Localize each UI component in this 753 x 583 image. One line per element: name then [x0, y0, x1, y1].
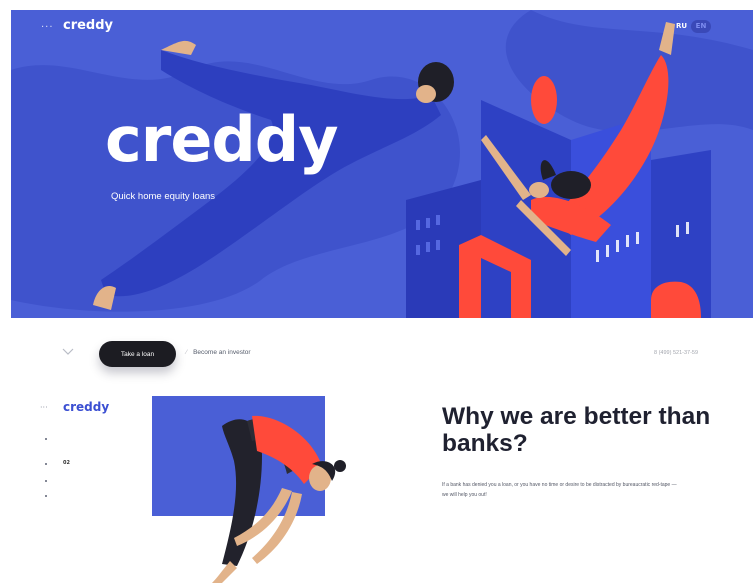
separator-slash: ⁄ [186, 349, 188, 356]
action-bar: Take a loan ⁄ Become an investor 8 (499) … [11, 318, 753, 384]
header-logo[interactable]: creddy [63, 18, 113, 33]
lang-ru-button[interactable]: RU [676, 22, 687, 30]
hero-subtitle: Quick home equity loans [111, 191, 216, 202]
nav-dot[interactable] [45, 438, 47, 440]
lang-en-button[interactable]: EN [691, 20, 711, 33]
dots-icon[interactable]: ··· [41, 22, 54, 33]
nav-dot-active[interactable] [45, 463, 47, 465]
become-investor-label: Become an investor [193, 349, 251, 356]
phone-number[interactable]: 8 (499) 521-37-59 [654, 350, 698, 356]
hero-title: creddy [105, 103, 339, 176]
nav-dot[interactable] [45, 495, 47, 497]
diver-illustration [152, 396, 346, 583]
section-logo[interactable]: creddy [63, 400, 109, 414]
dots-icon[interactable]: ··· [40, 403, 48, 412]
become-investor-link[interactable]: ⁄ Become an investor [186, 349, 251, 356]
section-title: Why we are better than banks? [442, 403, 711, 457]
hero-banner: ··· creddy RU EN creddy Quick home equit… [11, 10, 753, 318]
hero-topbar: ··· creddy RU EN [11, 10, 753, 44]
nav-dot[interactable] [45, 480, 47, 482]
section-body: If a bank has denied you a loan, or you … [442, 482, 677, 498]
chevron-down-icon[interactable] [61, 344, 75, 358]
nav-number: 02 [63, 460, 70, 466]
take-loan-button[interactable]: Take a loan [99, 341, 176, 367]
why-section: ··· creddy 02 Why we are better than ban… [11, 388, 753, 583]
